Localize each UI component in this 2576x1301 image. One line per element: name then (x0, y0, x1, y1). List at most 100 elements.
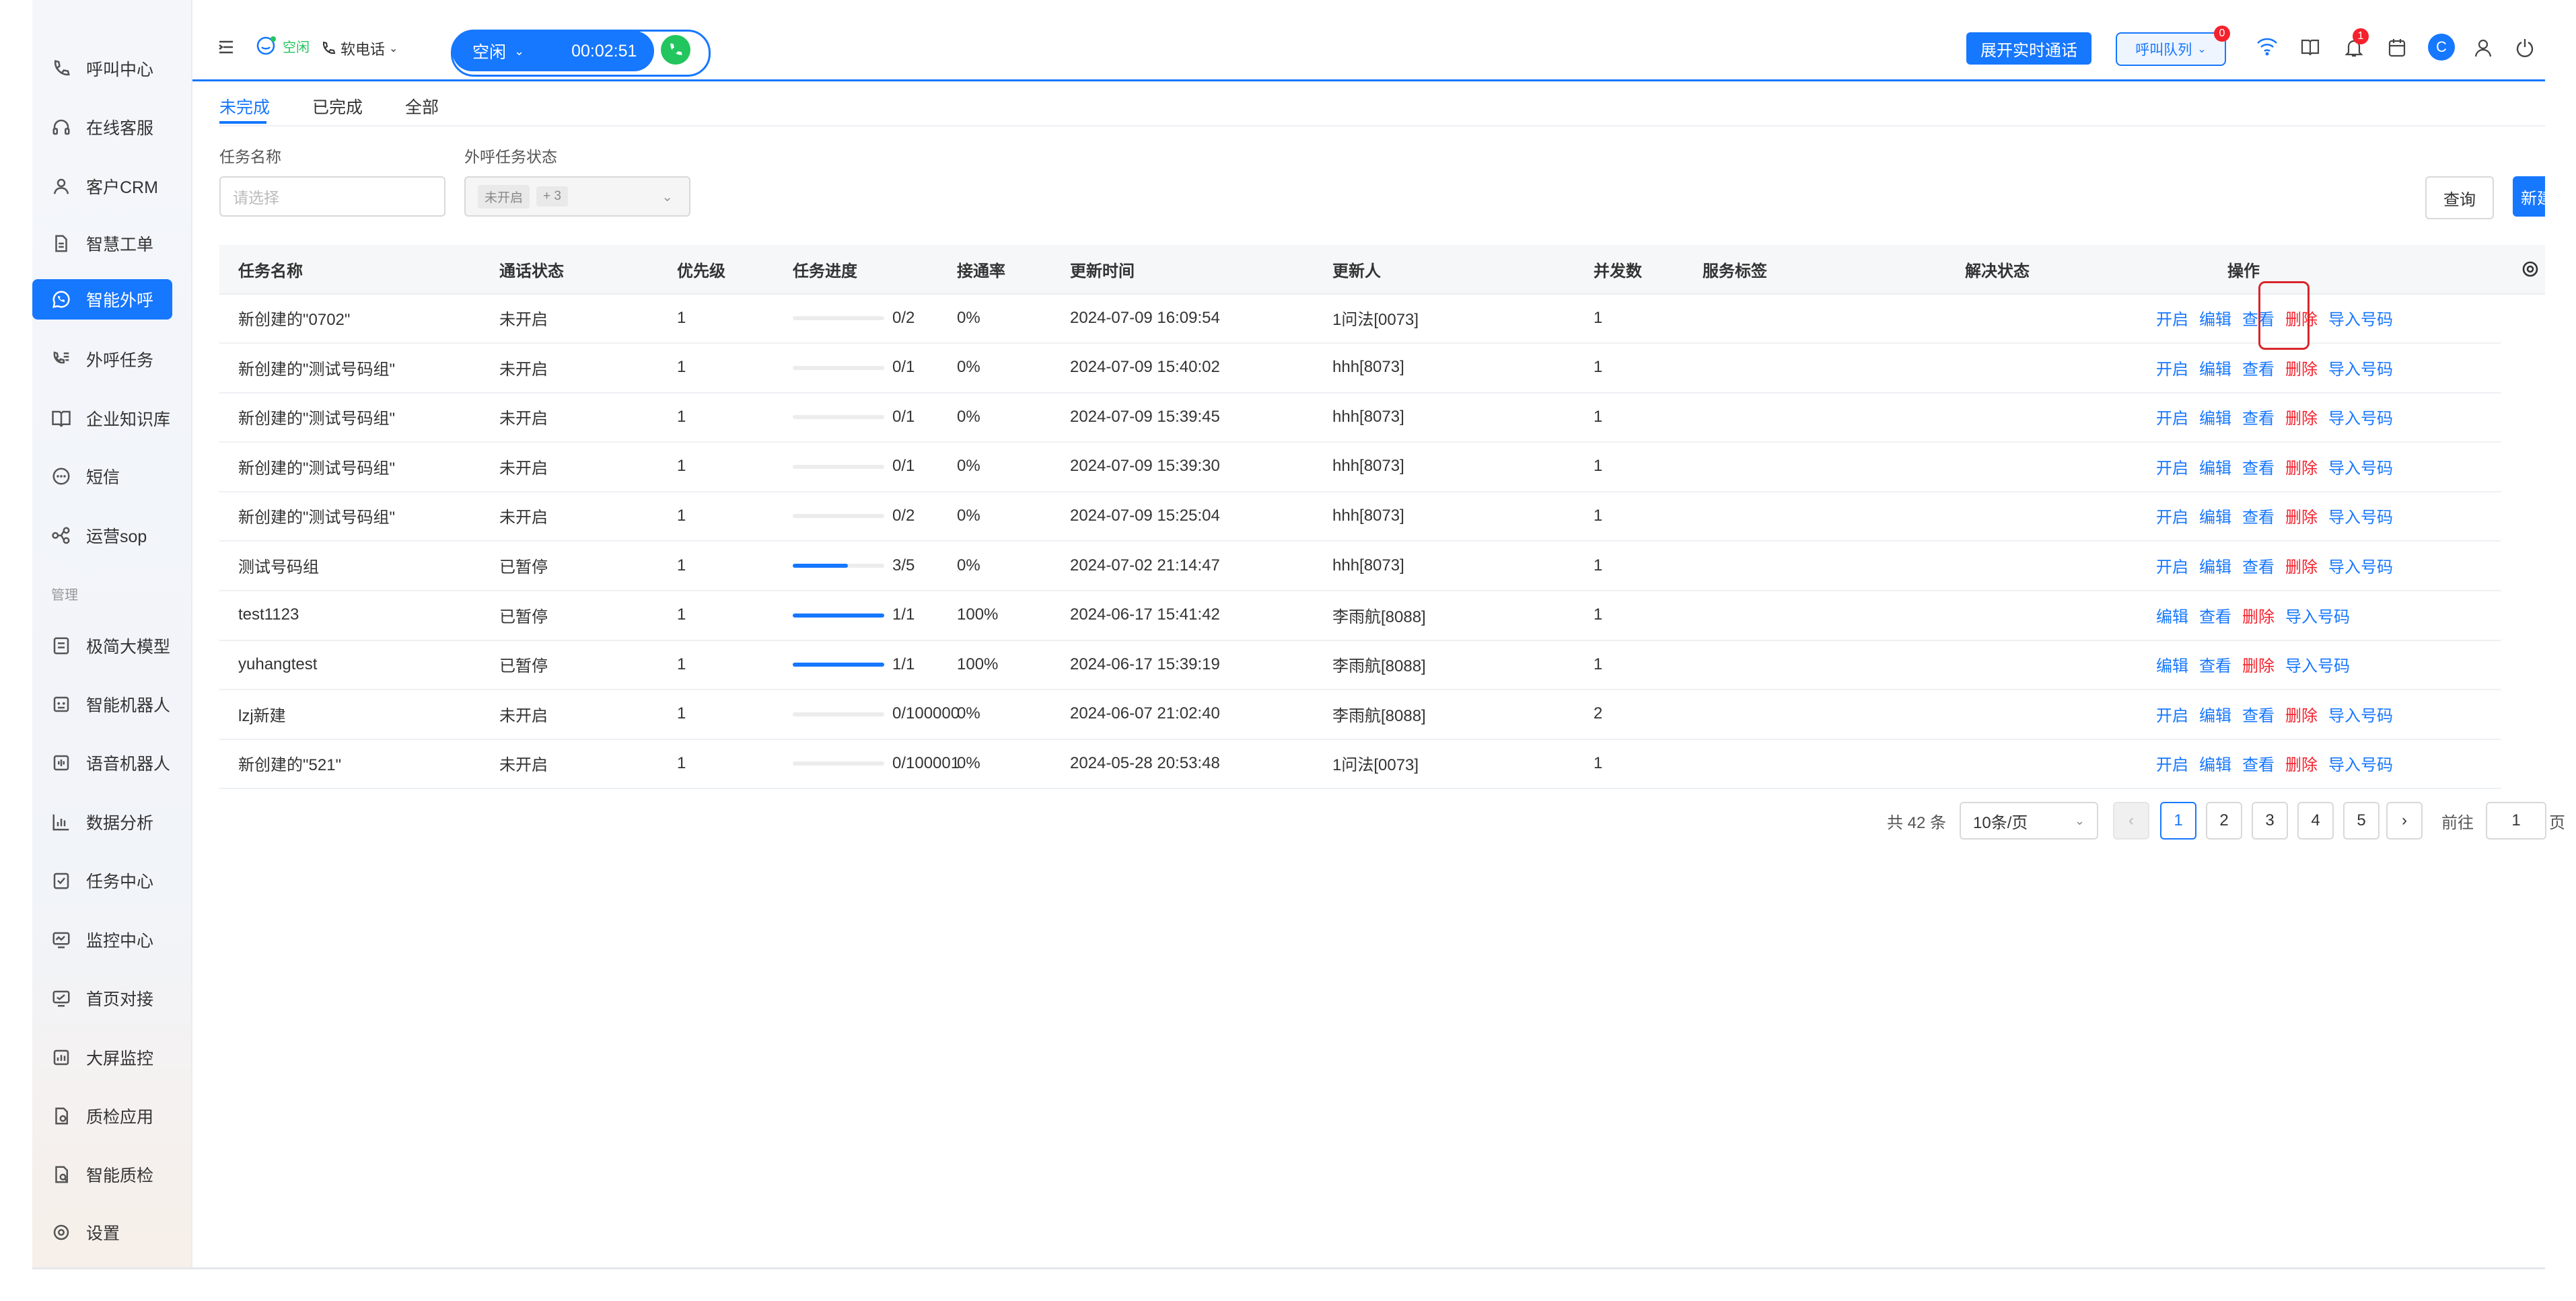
page-button[interactable]: 2 (2206, 802, 2242, 840)
column-header[interactable]: 并发数 (1594, 245, 1642, 293)
column-header[interactable]: 接通率 (957, 245, 1005, 293)
import-numbers-link[interactable]: 导入号码 (2328, 306, 2393, 330)
sidebar-item-voice-robot[interactable]: 语音机器人 (32, 741, 191, 784)
sidebar-item-document[interactable]: 智慧工单 (32, 222, 191, 265)
view-link[interactable]: 查看 (2242, 702, 2275, 726)
sidebar-item-phone-list[interactable]: 外呼任务 (32, 338, 191, 381)
sidebar-item-book[interactable]: 企业知识库 (32, 397, 191, 440)
column-header[interactable]: 任务进度 (793, 245, 857, 293)
answer-call-button[interactable] (661, 35, 690, 65)
page-button[interactable]: 4 (2297, 802, 2334, 840)
phone-mode-select[interactable]: 软电话 ⌄ (320, 38, 398, 59)
column-settings-icon[interactable] (2521, 260, 2540, 278)
import-numbers-link[interactable]: 导入号码 (2328, 702, 2393, 726)
delete-link[interactable]: 删除 (2285, 702, 2318, 726)
avatar[interactable]: C (2428, 34, 2455, 61)
sidebar-item-task[interactable]: 任务中心 (32, 859, 191, 902)
column-header[interactable]: 通话状态 (499, 245, 564, 293)
import-numbers-link[interactable]: 导入号码 (2328, 751, 2393, 775)
expand-live-call-button[interactable]: 展开实时通话 (1966, 32, 2091, 65)
sidebar-item-chat-phone[interactable]: 智能外呼 (32, 279, 172, 320)
column-header[interactable]: 服务标签 (1703, 245, 1767, 293)
sidebar-item-message[interactable]: 短信 (32, 455, 191, 498)
delete-link[interactable]: 删除 (2285, 554, 2318, 577)
delete-link[interactable]: 删除 (2242, 603, 2275, 627)
import-numbers-link[interactable]: 导入号码 (2328, 356, 2393, 379)
view-link[interactable]: 查看 (2242, 356, 2275, 379)
page-button[interactable]: 5 (2343, 802, 2380, 840)
sidebar-item-screen[interactable]: 大屏监控 (32, 1036, 191, 1079)
column-header[interactable]: 更新时间 (1070, 245, 1135, 293)
edit-link[interactable]: 编辑 (2156, 653, 2188, 676)
sidebar-item-quality[interactable]: 质检应用 (32, 1094, 191, 1138)
delete-link[interactable]: 删除 (2285, 751, 2318, 775)
view-link[interactable]: 查看 (2199, 653, 2231, 676)
sidebar-item-phone[interactable]: 呼叫中心 (32, 47, 191, 90)
import-numbers-link[interactable]: 导入号码 (2285, 653, 2350, 676)
column-header[interactable]: 任务名称 (238, 245, 303, 293)
delete-link[interactable]: 删除 (2285, 455, 2318, 478)
view-link[interactable]: 查看 (2242, 455, 2275, 478)
sidebar-item-model[interactable]: 极简大模型 (32, 624, 191, 667)
sidebar-item-settings[interactable]: 设置 (32, 1211, 191, 1254)
page-button[interactable]: 3 (2252, 802, 2288, 840)
import-numbers-link[interactable]: 导入号码 (2328, 504, 2393, 527)
sidebar-item-flow[interactable]: 运营sop (32, 514, 191, 557)
sidebar-item-robot[interactable]: 智能机器人 (32, 683, 191, 726)
start-link[interactable]: 开启 (2156, 702, 2188, 726)
sidebar-item-monitor[interactable]: 监控中心 (32, 918, 191, 961)
import-numbers-link[interactable]: 导入号码 (2328, 455, 2393, 478)
view-link[interactable]: 查看 (2242, 554, 2275, 577)
start-link[interactable]: 开启 (2156, 554, 2188, 577)
view-link[interactable]: 查看 (2199, 603, 2231, 627)
import-numbers-link[interactable]: 导入号码 (2328, 554, 2393, 577)
query-button[interactable]: 查询 (2425, 176, 2494, 219)
book-icon[interactable] (2300, 38, 2320, 57)
menu-toggle-icon[interactable] (217, 38, 236, 57)
agent-status-small[interactable]: 空闲 (254, 34, 310, 58)
tab-completed[interactable]: 已完成 (312, 94, 363, 118)
page-button[interactable]: 1 (2160, 802, 2196, 840)
new-button[interactable]: 新建 (2513, 176, 2545, 217)
next-page-button[interactable]: › (2386, 802, 2423, 840)
edit-link[interactable]: 编辑 (2199, 356, 2231, 379)
edit-link[interactable]: 编辑 (2199, 751, 2231, 775)
delete-link[interactable]: 删除 (2285, 504, 2318, 527)
page-size-select[interactable]: 10条/页 ⌄ (1960, 802, 2098, 840)
task-name-input[interactable]: 请选择 (219, 176, 445, 217)
view-link[interactable]: 查看 (2242, 751, 2275, 775)
edit-link[interactable]: 编辑 (2199, 405, 2231, 429)
start-link[interactable]: 开启 (2156, 306, 2188, 330)
import-numbers-link[interactable]: 导入号码 (2328, 405, 2393, 429)
sidebar-item-smart-quality[interactable]: 智能质检 (32, 1153, 191, 1196)
import-numbers-link[interactable]: 导入号码 (2285, 603, 2350, 627)
column-header[interactable]: 操作 (2227, 245, 2260, 293)
call-queue-button[interactable]: 呼叫队列 ⌄ (2116, 32, 2226, 66)
sidebar-item-user[interactable]: 客户CRM (32, 165, 191, 208)
delete-link[interactable]: 删除 (2242, 653, 2275, 676)
sidebar-item-chart[interactable]: 数据分析 (32, 801, 191, 844)
task-status-select[interactable]: 未开启 + 3 ⌄ (464, 176, 690, 217)
start-link[interactable]: 开启 (2156, 455, 2188, 478)
edit-link[interactable]: 编辑 (2199, 306, 2231, 330)
wifi-icon[interactable] (2256, 36, 2279, 57)
delete-link[interactable]: 删除 (2285, 405, 2318, 429)
edit-link[interactable]: 编辑 (2156, 603, 2188, 627)
sidebar-item-home-link[interactable]: 首页对接 (32, 977, 191, 1020)
sidebar-item-headset[interactable]: 在线客服 (32, 106, 191, 149)
tab-all[interactable]: 全部 (405, 94, 439, 118)
edit-link[interactable]: 编辑 (2199, 455, 2231, 478)
agent-status-select[interactable]: 空闲 ⌄ 00:02:51 (452, 31, 654, 71)
edit-link[interactable]: 编辑 (2199, 504, 2231, 527)
column-header[interactable]: 优先级 (677, 245, 725, 293)
power-icon[interactable] (2515, 38, 2534, 58)
calendar-icon[interactable] (2388, 38, 2406, 58)
goto-page-input[interactable]: 1 (2486, 802, 2546, 840)
start-link[interactable]: 开启 (2156, 504, 2188, 527)
view-link[interactable]: 查看 (2242, 504, 2275, 527)
edit-link[interactable]: 编辑 (2199, 702, 2231, 726)
view-link[interactable]: 查看 (2242, 405, 2275, 429)
delete-link[interactable]: 删除 (2285, 356, 2318, 379)
column-header[interactable]: 更新人 (1332, 245, 1381, 293)
user-icon[interactable] (2474, 38, 2493, 58)
